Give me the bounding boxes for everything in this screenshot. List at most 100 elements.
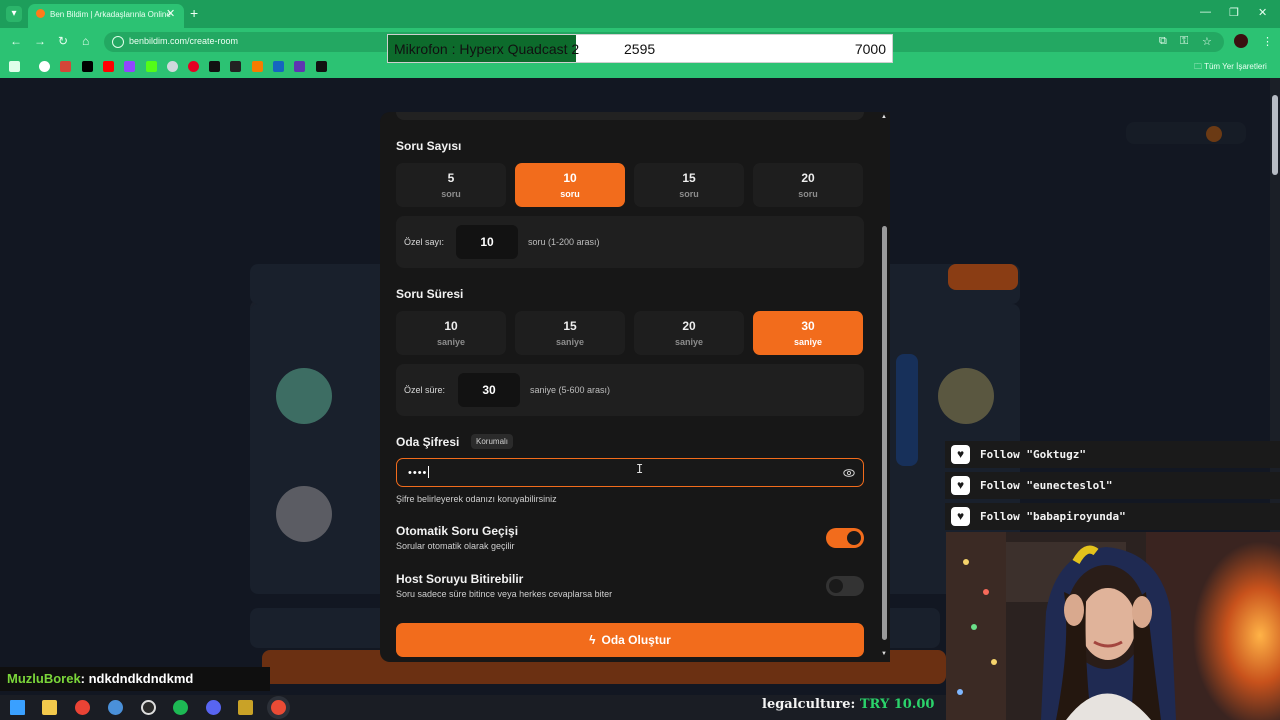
app-icon[interactable]: [108, 700, 123, 715]
all-bookmarks-folder[interactable]: 🗀 Tüm Yer İşaretleri: [1194, 61, 1267, 75]
chrome-active-icon[interactable]: [271, 700, 286, 715]
mic-goal: 7000: [854, 41, 886, 57]
custom-time-input[interactable]: 30: [458, 373, 520, 407]
follow-text: Follow "eunecteslol": [980, 479, 1113, 492]
bookmark-icon[interactable]: [252, 61, 263, 72]
auto-next-desc: Sorular otomatik olarak geçilir: [396, 541, 515, 551]
donation-user: legalculture:: [762, 697, 856, 712]
windows-start-icon[interactable]: [10, 700, 25, 715]
browser-tabstrip: ▾ Ben Bildim | Arkadaşlarınla Online ✕ +…: [0, 0, 1280, 28]
custom-time-label: Özel süre:: [404, 385, 446, 395]
question-time-option-15[interactable]: 15 saniye: [515, 311, 625, 355]
option-number: 10: [563, 171, 577, 185]
create-room-modal: Soru Sayısı 5 soru 10 soru 15 soru 20 so…: [380, 112, 890, 662]
forward-icon[interactable]: →: [34, 34, 46, 48]
chat-text: : ndkdndkdndkmd: [80, 671, 194, 686]
bg-category-image: [276, 368, 332, 424]
bookmark-icon[interactable]: [316, 61, 327, 72]
eye-icon[interactable]: [843, 467, 855, 479]
tab-close-icon[interactable]: ✕: [166, 7, 175, 20]
kick-bookmark-icon[interactable]: [146, 61, 157, 72]
text-cursor-icon: I: [636, 462, 644, 476]
custom-count-row: Özel sayı: 10 soru (1-200 arası): [396, 216, 864, 268]
heart-icon: ♥: [951, 507, 970, 526]
favicon-icon: [36, 9, 45, 18]
bg-category-image: [276, 486, 332, 542]
minimize-icon[interactable]: —: [1200, 6, 1211, 18]
option-number: 5: [447, 171, 455, 185]
bg-card-edge: [896, 354, 918, 466]
protected-badge: Korumalı: [471, 434, 514, 449]
auto-next-toggle[interactable]: [826, 528, 864, 548]
file-explorer-icon[interactable]: [42, 700, 57, 715]
apps-grid-icon[interactable]: [9, 61, 20, 72]
question-count-option-10[interactable]: 10 soru: [515, 163, 625, 207]
mic-current: 2595: [624, 41, 656, 57]
menu-dots-icon[interactable]: ⋮: [1262, 35, 1273, 48]
pinterest-bookmark-icon[interactable]: [188, 61, 199, 72]
option-unit: soru: [798, 189, 818, 199]
browser-tab[interactable]: Ben Bildim | Arkadaşlarınla Online: [28, 4, 184, 28]
question-time-option-30[interactable]: 30 saniye: [753, 311, 863, 355]
option-number: 15: [563, 319, 577, 333]
scroll-down-icon[interactable]: ▼: [881, 651, 887, 657]
discord-icon[interactable]: [206, 700, 221, 715]
page-scroll-thumb[interactable]: [1272, 95, 1278, 175]
youtube-bookmark-icon[interactable]: [103, 61, 114, 72]
home-icon[interactable]: ⌂: [82, 34, 89, 48]
x-bookmark-icon[interactable]: [82, 61, 93, 72]
site-info-icon[interactable]: [112, 36, 124, 48]
heart-icon: ♥: [951, 445, 970, 464]
bg-category-image: [938, 368, 994, 424]
gmail-bookmark-icon[interactable]: [60, 61, 71, 72]
google-bookmark-icon[interactable]: [39, 61, 50, 72]
open-in-app-icon[interactable]: ⧉: [1159, 35, 1167, 48]
question-time-option-10[interactable]: 10 saniye: [396, 311, 506, 355]
create-room-button[interactable]: ϟ Oda Oluştur: [396, 623, 864, 657]
new-tab-icon[interactable]: +: [190, 5, 198, 21]
modal-scroll-thumb[interactable]: [882, 226, 887, 640]
option-number: 30: [801, 319, 815, 333]
question-count-option-20[interactable]: 20 soru: [753, 163, 863, 207]
question-count-option-15[interactable]: 15 soru: [634, 163, 744, 207]
password-value: ••••: [408, 466, 430, 479]
webcam-image: [946, 532, 1280, 720]
league-icon[interactable]: [238, 700, 253, 715]
tab-search-icon[interactable]: ▾: [6, 6, 22, 22]
question-count-option-5[interactable]: 5 soru: [396, 163, 506, 207]
donation-amount: TRY 10.00: [859, 697, 935, 712]
bookmark-star-icon[interactable]: ☆: [1202, 35, 1212, 48]
bookmark-icon[interactable]: [167, 61, 178, 72]
donation-alert: legalculture: TRY 10.00: [762, 697, 934, 712]
option-number: 10: [444, 319, 458, 333]
option-unit: saniye: [555, 337, 585, 347]
chat-message: MuzluBorek: ndkdndkdndkmd: [0, 667, 270, 691]
option-unit: soru: [560, 189, 580, 199]
bookmark-icon[interactable]: [273, 61, 284, 72]
password-key-icon[interactable]: ⚿: [1180, 35, 1188, 48]
follow-text: Follow "Goktugz": [980, 448, 1086, 461]
bookmark-icon[interactable]: [230, 61, 241, 72]
spotify-icon[interactable]: [173, 700, 188, 715]
url-text[interactable]: benbildim.com/create-room: [129, 36, 238, 46]
follow-alert: ♥ Follow "eunecteslol": [945, 472, 1280, 499]
tab-title: Ben Bildim | Arkadaşlarınla Online: [50, 10, 171, 19]
folder-icon: 🗀: [1194, 62, 1205, 71]
custom-count-input[interactable]: 10: [456, 225, 518, 259]
back-icon[interactable]: ←: [10, 34, 22, 48]
profile-avatar[interactable]: [1234, 34, 1248, 48]
close-window-icon[interactable]: ✕: [1258, 6, 1267, 19]
scroll-up-icon[interactable]: ▲: [881, 114, 887, 120]
question-time-option-20[interactable]: 20 saniye: [634, 311, 744, 355]
heart-icon: ♥: [951, 476, 970, 495]
bg-header-icons: [1126, 122, 1246, 144]
twitch-bookmark-icon[interactable]: [124, 61, 135, 72]
reload-icon[interactable]: ↻: [58, 34, 68, 48]
restore-icon[interactable]: ❐: [1229, 6, 1239, 19]
host-end-toggle[interactable]: [826, 576, 864, 596]
password-input[interactable]: ••••: [396, 458, 864, 487]
chrome-icon[interactable]: [75, 700, 90, 715]
obs-icon[interactable]: [141, 700, 156, 715]
bookmark-icon[interactable]: [209, 61, 220, 72]
bookmark-icon[interactable]: [294, 61, 305, 72]
